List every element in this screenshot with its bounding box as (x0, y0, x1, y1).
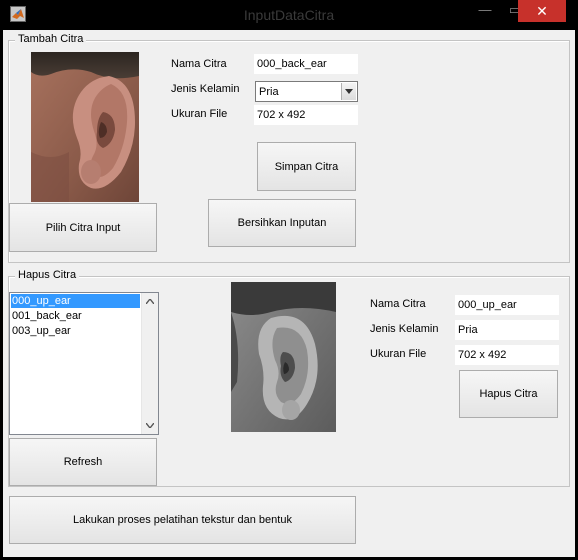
list-scrollbar[interactable] (141, 293, 158, 434)
gender-select[interactable]: Pria (255, 81, 358, 102)
input-image-preview (31, 52, 139, 202)
gender-select-value: Pria (259, 86, 279, 98)
list-item[interactable]: 001_back_ear (11, 309, 140, 323)
list-item[interactable]: 003_up_ear (11, 324, 140, 338)
window-client-area: Tambah Citra Nama Citra 000_back_ear Jen… (3, 30, 575, 557)
train-texture-shape-button[interactable]: Lakukan proses pelatihan tekstur dan ben… (9, 496, 356, 544)
add-image-group-title: Tambah Citra (15, 33, 87, 45)
pick-input-image-button[interactable]: Pilih Citra Input (9, 203, 157, 252)
delete-name-field: 000_up_ear (455, 295, 559, 315)
scroll-down-icon[interactable] (142, 417, 158, 434)
image-list[interactable]: 000_up_ear 001_back_ear 003_up_ear (9, 292, 159, 435)
delete-size-field: 702 x 492 (455, 345, 559, 365)
add-gender-label: Jenis Kelamin (171, 83, 240, 95)
scroll-up-icon[interactable] (142, 293, 158, 310)
delete-gender-field: Pria (455, 320, 559, 340)
chevron-down-icon[interactable] (341, 83, 356, 100)
selected-image-preview (231, 282, 336, 432)
refresh-button[interactable]: Refresh (9, 438, 157, 486)
title-bar[interactable]: InputDataCitra — ▭ ✕ (0, 0, 578, 30)
delete-name-label: Nama Citra (370, 298, 426, 310)
minimize-button[interactable]: — (470, 0, 500, 22)
delete-gender-label: Jenis Kelamin (370, 323, 439, 335)
add-size-label: Ukuran File (171, 108, 228, 120)
delete-image-button[interactable]: Hapus Citra (459, 370, 558, 418)
add-name-field[interactable]: 000_back_ear (254, 54, 358, 74)
delete-size-label: Ukuran File (370, 348, 427, 360)
app-window: InputDataCitra — ▭ ✕ Tambah Citra Nama C… (0, 0, 578, 560)
list-item[interactable]: 000_up_ear (11, 294, 140, 308)
add-name-label: Nama Citra (171, 58, 227, 70)
clear-input-button[interactable]: Bersihkan Inputan (208, 199, 356, 247)
add-size-field: 702 x 492 (254, 105, 358, 125)
save-image-button[interactable]: Simpan Citra (257, 142, 356, 191)
delete-image-group-title: Hapus Citra (15, 269, 80, 281)
close-button[interactable]: ✕ (518, 0, 566, 22)
